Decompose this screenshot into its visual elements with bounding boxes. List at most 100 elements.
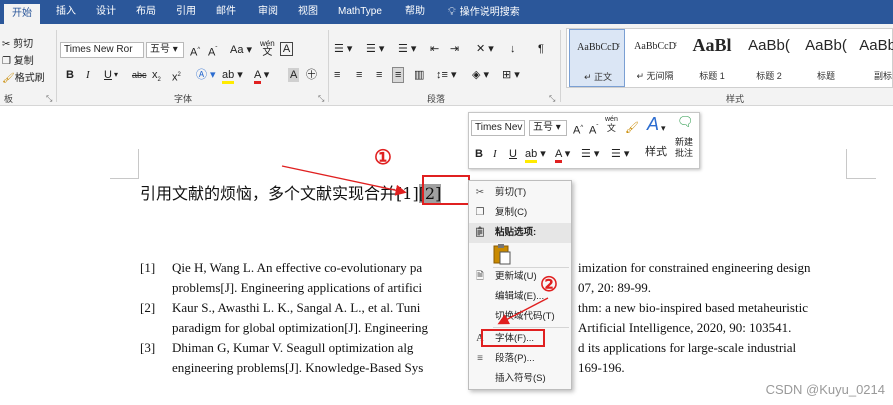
paragraph-group-label: 段落 [427,94,446,104]
italic-icon[interactable]: I [86,68,90,82]
font-color-icon[interactable]: A ▾ [254,68,269,84]
document-page[interactable]: 引用文献的烦恼，多个文献实现合并[1][2] ① [1] Qie H, Wang… [0,107,893,405]
sort-icon[interactable]: ↓ [510,42,516,56]
ribbon: ✂ 剪切 ❐ 复制 🖌︎格式刷 板 ⤡ Times New Ror 五号 ▾ A… [0,24,893,106]
tab-layout[interactable]: 布局 [134,0,158,24]
bold-icon[interactable]: B [66,68,74,82]
menu-item-paragraph[interactable]: ≡ 段落(P)... [469,349,571,369]
underline-icon[interactable]: U [104,68,112,82]
citation-ref-1[interactable]: [1] [396,184,419,203]
show-marks-icon[interactable]: ¶ [538,42,544,56]
highlight-icon[interactable]: ab ▾ [525,147,546,163]
reference-text: d its applications for large-scale indus… [578,340,797,355]
change-case-icon[interactable]: Aa ▾ [230,43,252,57]
multilevel-list-icon[interactable]: ☰ ▾ [398,42,416,56]
subscript-icon[interactable]: x2 [152,68,161,87]
character-shading-icon[interactable]: A [288,68,300,82]
phonetic-guide-icon[interactable]: wén 文 [260,39,275,58]
style-title[interactable]: AaBb( 标题 [798,29,854,87]
chinese-layout-icon[interactable]: ✕ ▾ [476,42,494,56]
reference-text: Dhiman G, Kumar V. Seagull optimization … [172,340,414,355]
tab-design[interactable]: 设计 [94,0,118,24]
tab-references[interactable]: 引用 [174,0,198,24]
borders-icon[interactable]: ⊞ ▾ [502,68,520,82]
grow-font-icon[interactable]: A^ [573,121,583,138]
character-border-icon[interactable]: A [280,42,293,56]
tell-me-search[interactable]: 💡︎ 操作说明搜索 [446,0,522,24]
font-size-dropdown[interactable]: 五号 ▾ [146,42,184,58]
line-spacing-icon[interactable]: ↕≡ ▾ [436,68,457,82]
menu-paste-options-header: 📋︎ 粘贴选项: [469,223,571,243]
font-launcher-icon[interactable]: ⤡ [318,94,324,104]
format-painter-button[interactable]: 🖌︎格式刷 [2,72,45,86]
mini-font-dropdown[interactable]: Times Nev [471,120,525,136]
tab-mathtype[interactable]: MathType [336,0,384,24]
superscript-icon[interactable]: x2 [172,68,181,85]
shading-icon[interactable]: ◈ ▾ [472,68,489,82]
format-painter-icon[interactable]: 🖌︎ [625,121,639,135]
underline-icon[interactable]: U [509,147,517,161]
italic-icon[interactable]: I [493,147,497,161]
paste-keep-text-icon[interactable] [493,243,511,265]
mini-size-dropdown[interactable]: 五号 ▾ [529,120,567,136]
new-comment-icon[interactable]: 🗨︎ [677,115,694,129]
clipboard-launcher-icon[interactable]: ⤡ [46,94,52,104]
bullets-icon[interactable]: ☰ ▾ [581,147,599,161]
distributed-icon[interactable]: ▥ [414,68,424,82]
reference-text: problems[J]. Engineering applications of… [172,280,423,295]
justify-icon[interactable]: ≡ [392,67,405,83]
citation-highlight-box [422,175,470,205]
align-center-icon[interactable]: ≡ [356,68,362,82]
styles-label: 样式 [645,146,667,158]
clipboard-group-label: 板 [4,94,14,104]
numbering-icon[interactable]: ☰ ▾ [611,147,629,161]
bullets-icon[interactable]: ☰ ▾ [334,42,352,56]
grow-font-icon[interactable]: A^ [190,43,200,60]
phonetic-guide-icon[interactable]: wén 文 [605,116,618,134]
increase-indent-icon[interactable]: ⇥ [450,42,459,56]
font-group-label: 字体 [174,94,193,104]
style-heading-2[interactable]: AaBb( 标题 2 [741,29,797,87]
bold-icon[interactable]: B [475,147,483,161]
style-no-spacing[interactable]: AaBbCcDͨ ↵ 无间隔 [627,29,683,87]
tab-review[interactable]: 审阅 [256,0,280,24]
shrink-font-icon[interactable]: Aˇ [589,121,598,138]
align-left-icon[interactable]: ≡ [334,68,340,82]
menu-item-toggle-field-codes[interactable]: 切换域代码(T) [469,307,571,327]
margin-corner-right [846,178,876,179]
text-effects-icon[interactable]: Ⓐ ▾ [196,68,216,82]
shrink-font-icon[interactable]: Aˇ [208,43,217,60]
tab-mailings[interactable]: 邮件 [214,0,238,24]
enclose-character-icon[interactable]: ㊉ [306,68,317,82]
tab-home[interactable]: 开始 [4,4,40,24]
tab-view[interactable]: 视图 [296,0,320,24]
font-name-dropdown[interactable]: Times New Ror [60,42,144,58]
copy-button[interactable]: ❐ 复制 [2,55,34,69]
reference-number: [1] [140,260,156,275]
highlight-icon[interactable]: ab ▾ [222,68,243,84]
scissors-icon: ✂ [2,39,11,50]
menu-item-copy[interactable]: ❐ 复制(C) [469,203,571,223]
style-heading-1[interactable]: AaBl 标题 1 [684,29,740,87]
font-item-highlight-box [481,329,545,347]
body-paragraph[interactable]: 引用文献的烦恼，多个文献实现合并[1][2] [140,180,442,204]
menu-item-cut[interactable]: ✂ 剪切(T) [469,183,571,203]
align-right-icon[interactable]: ≡ [376,68,382,82]
decrease-indent-icon[interactable]: ⇤ [430,42,439,56]
watermark: CSDN @Kuyu_0214 [765,382,885,397]
tab-help[interactable]: 帮助 [403,0,427,24]
numbering-icon[interactable]: ☰ ▾ [366,42,384,56]
styles-icon[interactable]: A [647,115,659,133]
style-subtitle[interactable]: AaBbC 副标 [855,29,893,87]
style-normal[interactable]: AaBbCcDͨ ↵ 正文 [569,29,625,87]
underline-dropdown-icon[interactable]: ▾ [114,68,118,82]
styles-dropdown-icon[interactable]: ▾ [661,121,666,135]
cut-button[interactable]: ✂ 剪切 [2,38,33,52]
body-text: 引用文献的烦恼，多个文献实现合并 [140,184,397,203]
paragraph-launcher-icon[interactable]: ⤡ [549,94,555,104]
font-color-icon[interactable]: A ▾ [555,147,570,163]
strikethrough-icon[interactable]: abc [132,68,147,82]
step-1-marker: ① [374,145,392,169]
menu-item-insert-symbol[interactable]: 插入符号(S) [469,369,571,389]
tab-insert[interactable]: 插入 [54,0,78,24]
